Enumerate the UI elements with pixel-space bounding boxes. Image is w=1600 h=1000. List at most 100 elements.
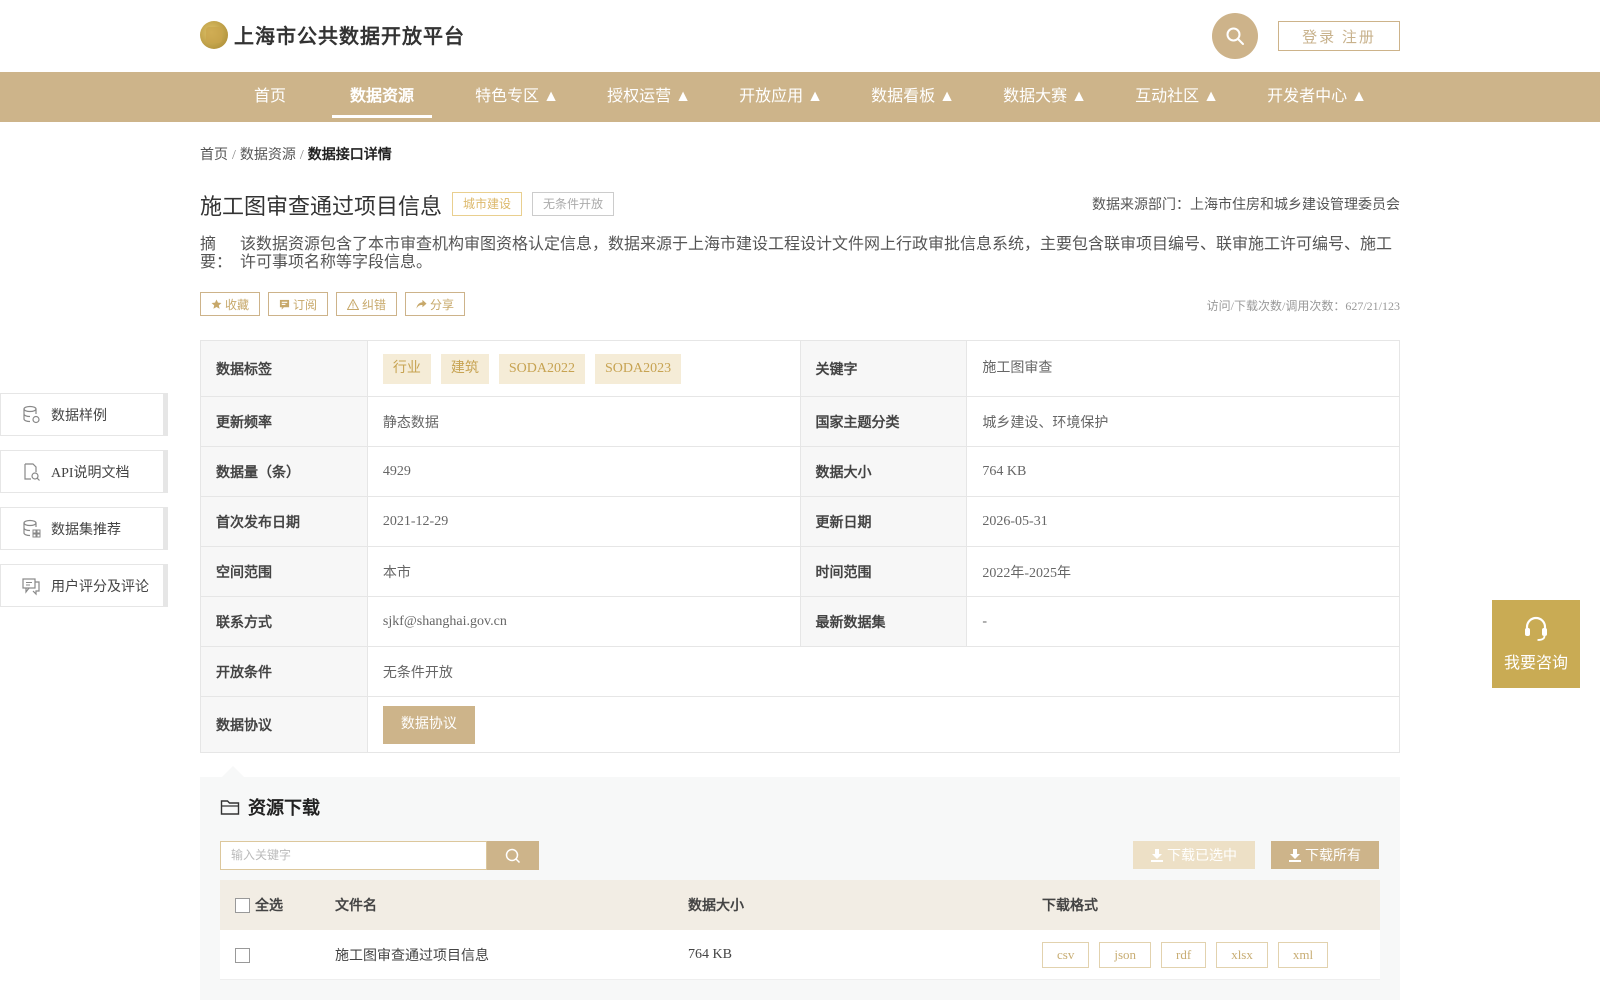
nav-item-developer-center[interactable]: 开发者中心 ▲	[1254, 72, 1380, 122]
format-button-csv[interactable]: csv	[1042, 942, 1090, 968]
dataset-grid-icon	[23, 519, 41, 537]
open-condition-tag: 无条件开放	[532, 192, 615, 216]
nav-item-home[interactable]: 首页	[220, 72, 320, 122]
download-all-button[interactable]: 下载所有	[1271, 841, 1379, 869]
resource-download-title-text: 资源下载	[248, 798, 320, 819]
side-item-label: 用户评分及评论	[51, 579, 149, 595]
category-tag: 城市建设	[452, 192, 523, 216]
search-icon	[1226, 27, 1244, 45]
download-selected-button[interactable]: 下载已选中	[1133, 841, 1255, 869]
data-agreement-button[interactable]: 数据协议	[382, 705, 475, 744]
side-item-api-docs[interactable]: API说明文档	[0, 450, 168, 493]
subscribe-label: 订阅	[293, 297, 318, 312]
data-tag[interactable]: SODA2022	[498, 353, 585, 384]
contact-label: 联系方式	[200, 596, 368, 647]
side-item-ratings-comments[interactable]: 用户评分及评论	[0, 564, 168, 607]
favorite-label: 收藏	[225, 297, 250, 312]
open-condition-value: 无条件开放	[366, 646, 1401, 697]
subscribe-button[interactable]: 订阅	[268, 292, 329, 316]
open-condition-label: 开放条件	[200, 646, 368, 697]
nav-item-data-resources[interactable]: 数据资源	[332, 72, 432, 122]
section-pointer	[222, 766, 244, 777]
tags-cell: 行业 建筑 SODA2022 SODA2023	[366, 340, 801, 397]
logo[interactable]: 上海市公共数据开放平台	[200, 20, 465, 49]
download-table-header: 全选 文件名 数据大小 下载格式	[220, 880, 1380, 930]
info-row: 数据协议 数据协议	[200, 696, 1401, 753]
nav-item-data-contest[interactable]: 数据大赛 ▲	[990, 72, 1100, 122]
nav-item-authorized-operation[interactable]: 授权运营 ▲	[594, 72, 704, 122]
search-icon	[505, 848, 521, 863]
side-item-label: 数据样例	[51, 408, 107, 424]
update-frequency-value: 静态数据	[366, 396, 801, 447]
database-icon	[23, 405, 40, 423]
keyword-search-input[interactable]	[220, 841, 487, 870]
contact-value: sjkf@shanghai.gov.cn	[366, 596, 801, 647]
latest-dataset-label: 最新数据集	[799, 596, 968, 647]
data-agreement-cell: 数据协议	[366, 696, 1401, 753]
select-all-label: 全选	[255, 899, 283, 914]
row-checkbox[interactable]	[235, 947, 250, 963]
info-row: 首次发布日期 2021-12-29 更新日期 2026-05-31	[200, 496, 1400, 547]
format-button-xlsx[interactable]: xlsx	[1216, 942, 1268, 968]
update-date-value: 2026-05-31	[966, 496, 1400, 547]
data-size-label: 数据大小	[799, 446, 968, 497]
table-row: 施工图审查通过项目信息 764 KB csv json rdf xlsx xml	[220, 930, 1380, 980]
download-icon	[1289, 848, 1301, 862]
info-row: 空间范围 本市 时间范围 2022年-2025年	[200, 546, 1400, 597]
side-item-label: API说明文档	[51, 465, 130, 481]
subscribe-icon	[279, 299, 290, 310]
login-register-button[interactable]: 登录 注册	[1278, 21, 1400, 51]
headset-icon	[1525, 616, 1547, 641]
share-button[interactable]: 分享	[405, 292, 466, 316]
share-icon	[416, 299, 427, 309]
side-item-data-sample[interactable]: 数据样例	[0, 393, 168, 436]
keyword-value: 施工图审查	[966, 340, 1400, 397]
share-label: 分享	[430, 297, 455, 312]
info-row: 数据标签 行业 建筑 SODA2022 SODA2023 关键字 施工图审查	[200, 340, 1400, 397]
correct-error-button[interactable]: 纠错	[336, 292, 398, 316]
data-tag[interactable]: SODA2023	[595, 353, 682, 384]
first-publish-label: 首次发布日期	[200, 496, 368, 547]
document-search-icon	[24, 462, 40, 481]
data-tag[interactable]: 建筑	[440, 353, 489, 384]
consult-label: 我要咨询	[1503, 655, 1568, 672]
breadcrumb: 首页 / 数据资源 / 数据接口详情	[200, 144, 392, 164]
format-button-json[interactable]: json	[1099, 942, 1152, 968]
data-tag[interactable]: 行业	[382, 353, 431, 384]
download-selected-label: 下载已选中	[1167, 849, 1237, 864]
source-department: 数据来源部门：上海市住房和城乡建设管理委员会	[1092, 198, 1400, 213]
header-search-button[interactable]	[1212, 13, 1258, 59]
data-size-value: 764 KB	[966, 446, 1400, 497]
format-button-rdf[interactable]: rdf	[1161, 942, 1207, 968]
download-all-label: 下载所有	[1305, 849, 1361, 864]
nav-item-data-dashboard[interactable]: 数据看板 ▲	[858, 72, 968, 122]
breadcrumb-home[interactable]: 首页	[200, 148, 228, 163]
latest-dataset-value: -	[966, 596, 1400, 647]
nav-item-open-apps[interactable]: 开放应用 ▲	[726, 72, 836, 122]
nav-item-community[interactable]: 互动社区 ▲	[1122, 72, 1232, 122]
favorite-button[interactable]: 收藏	[200, 292, 261, 316]
nav-item-special-zone[interactable]: 特色专区 ▲	[462, 72, 572, 122]
format-button-xml[interactable]: xml	[1277, 942, 1329, 968]
breadcrumb-separator: /	[232, 148, 236, 163]
summary: 摘 要： 该数据资源包含了本市审查机构审图资格认定信息，数据来源于上海市建设工程…	[200, 236, 1400, 272]
correct-error-label: 纠错	[362, 297, 387, 312]
breadcrumb-data-resources[interactable]: 数据资源	[240, 148, 296, 163]
row-select	[235, 930, 255, 980]
summary-text: 该数据资源包含了本市审查机构审图资格认定信息，数据来源于上海市建设工程设计文件网…	[240, 236, 1393, 271]
action-bar: 收藏 订阅 纠错 分享	[200, 292, 466, 316]
breadcrumb-current: 数据接口详情	[307, 148, 392, 163]
keyword-search-button[interactable]	[487, 841, 539, 870]
select-all-checkbox[interactable]	[235, 897, 250, 913]
resource-download-title: 资源下载	[220, 794, 320, 820]
select-all[interactable]: 全选	[235, 880, 283, 930]
comment-icon	[22, 577, 40, 595]
consult-button[interactable]: 我要咨询	[1492, 600, 1580, 688]
file-size: 764 KB	[688, 947, 732, 962]
time-range-value: 2022年-2025年	[966, 546, 1400, 597]
breadcrumb-separator: /	[299, 148, 304, 163]
national-theme-label: 国家主题分类	[799, 396, 968, 447]
info-row: 联系方式 sjkf@shanghai.gov.cn 最新数据集 -	[200, 596, 1400, 647]
logo-emblem-icon	[200, 20, 228, 49]
side-item-dataset-recommend[interactable]: 数据集推荐	[0, 507, 168, 550]
